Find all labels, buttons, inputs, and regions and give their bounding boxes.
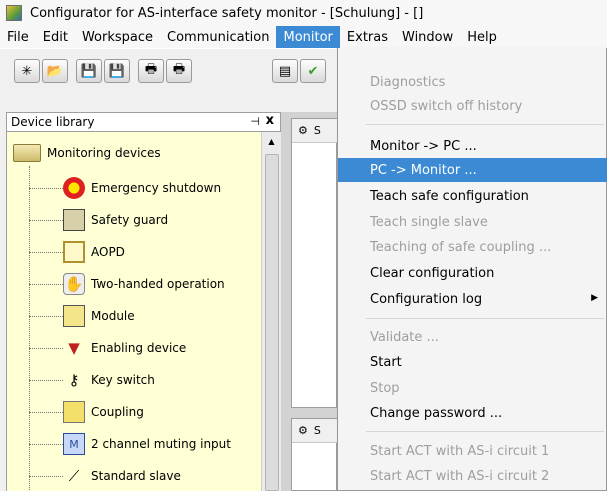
tree-item-label: Key switch bbox=[91, 373, 155, 387]
menu-extras[interactable]: Extras bbox=[340, 26, 395, 48]
safety-guard-icon bbox=[63, 209, 85, 231]
device-library-header: Device library ⊣ x bbox=[6, 112, 281, 132]
toolbar: ✳ 📂 💾 💾 🖶 🖶 ▤ ✔ bbox=[0, 48, 336, 112]
standard-slave-icon: ⟋ bbox=[68, 467, 80, 485]
device-library-title: Device library bbox=[11, 115, 95, 129]
menu-item-stop: Stop bbox=[370, 380, 400, 396]
menu-bar: File Edit Workspace Communication Monito… bbox=[0, 26, 607, 48]
save-icon[interactable]: 💾 bbox=[76, 59, 102, 83]
muting-input-icon: M bbox=[63, 433, 85, 455]
app-icon bbox=[6, 5, 22, 21]
scroll-up-icon[interactable]: ▲ bbox=[264, 134, 279, 150]
tree-item-label: Standard slave bbox=[91, 469, 181, 483]
menu-item-ossd-history: OSSD switch off history bbox=[370, 98, 523, 114]
folder-icon bbox=[13, 144, 41, 162]
menu-item-monitor-to-pc[interactable]: Monitor -> PC ... bbox=[338, 134, 607, 158]
menu-separator bbox=[366, 318, 604, 319]
two-hand-icon: ✋ bbox=[63, 273, 85, 295]
menu-item-clear-configuration[interactable]: Clear configuration bbox=[338, 261, 607, 285]
menu-separator bbox=[366, 124, 604, 125]
pane-icon: ⚙ bbox=[298, 124, 308, 137]
menu-item-pc-to-monitor[interactable]: PC -> Monitor ... bbox=[338, 158, 607, 182]
menu-workspace[interactable]: Workspace bbox=[75, 26, 160, 48]
menu-item-validate: Validate ... bbox=[370, 329, 439, 345]
pin-icon[interactable]: ⊣ bbox=[250, 115, 260, 128]
menu-item-start-act-circuit-1: Start ACT with AS-i circuit 1 bbox=[370, 443, 550, 459]
enabling-device-icon: ▼ bbox=[68, 339, 80, 357]
tree-item-label: Emergency shutdown bbox=[91, 181, 222, 195]
menu-item-change-password[interactable]: Change password ... bbox=[338, 401, 607, 425]
print-icon[interactable]: 🖶 bbox=[138, 59, 164, 83]
menu-item-start-act-circuit-2: Start ACT with AS-i circuit 2 bbox=[370, 468, 550, 484]
workspace-pane-top[interactable]: ⚙ S bbox=[291, 118, 338, 408]
tree-item-label: Safety guard bbox=[91, 213, 169, 227]
scroll-thumb[interactable] bbox=[265, 154, 279, 491]
key-icon: ⚷ bbox=[68, 371, 80, 389]
print-setup-icon[interactable]: 🖶 bbox=[166, 59, 192, 83]
pane-tab-label: S bbox=[313, 124, 321, 137]
workspace-area: ⚙ S ⚙ S bbox=[281, 112, 338, 491]
menu-window[interactable]: Window bbox=[395, 26, 460, 48]
menu-communication[interactable]: Communication bbox=[160, 26, 276, 48]
menu-item-teach-safe-configuration[interactable]: Teach safe configuration bbox=[338, 184, 607, 208]
title-bar: Configurator for AS-interface safety mon… bbox=[0, 0, 607, 26]
coupling-icon bbox=[63, 401, 85, 423]
tree-item-module[interactable]: Module bbox=[29, 304, 135, 328]
tree-item-label: Two-handed operation bbox=[91, 277, 225, 291]
tree-item-label: Coupling bbox=[91, 405, 144, 419]
menu-help[interactable]: Help bbox=[460, 26, 504, 48]
menu-item-teach-single-slave: Teach single slave bbox=[370, 214, 488, 230]
tree-item-safety-guard[interactable]: Safety guard bbox=[29, 208, 168, 232]
menu-item-label: Configuration log bbox=[370, 291, 483, 307]
save-as-icon[interactable]: 💾 bbox=[104, 59, 130, 83]
menu-monitor[interactable]: Monitor bbox=[276, 26, 340, 48]
menu-separator bbox=[366, 431, 604, 432]
tree-item-aopd[interactable]: AOPD bbox=[29, 240, 125, 264]
tree-item-label: AOPD bbox=[91, 245, 125, 259]
menu-edit[interactable]: Edit bbox=[36, 26, 75, 48]
device-library-tree: Monitoring devices Emergency shutdown Sa… bbox=[6, 132, 261, 491]
tree-item-key-switch[interactable]: ⚷ Key switch bbox=[29, 368, 155, 392]
monitor-dropdown-menu: Diagnostics OSSD switch off history Moni… bbox=[337, 48, 607, 491]
menu-file[interactable]: File bbox=[0, 26, 36, 48]
tree-item-label: Module bbox=[91, 309, 135, 323]
tree-item-standard-slave[interactable]: ⟋ Standard slave bbox=[29, 464, 181, 488]
tree-item-emergency-shutdown[interactable]: Emergency shutdown bbox=[29, 176, 221, 200]
library-scrollbar[interactable]: ▲ bbox=[261, 132, 281, 491]
monitor-icon[interactable]: ▤ bbox=[272, 59, 298, 83]
menu-item-teaching-safe-coupling: Teaching of safe coupling ... bbox=[370, 239, 552, 255]
menu-item-diagnostics: Diagnostics bbox=[370, 74, 446, 90]
pane-icon: ⚙ bbox=[298, 424, 308, 437]
light-curtain-icon bbox=[63, 241, 85, 263]
tree-item-label: 2 channel muting input bbox=[91, 437, 231, 451]
workspace-pane-bottom[interactable]: ⚙ S bbox=[291, 418, 338, 491]
new-icon[interactable]: ✳ bbox=[14, 59, 40, 83]
window-title: Configurator for AS-interface safety mon… bbox=[30, 5, 424, 21]
check-icon[interactable]: ✔ bbox=[300, 59, 326, 83]
tree-item-two-handed-operation[interactable]: ✋ Two-handed operation bbox=[29, 272, 225, 296]
submenu-arrow-icon: ▶ bbox=[591, 293, 598, 303]
module-icon bbox=[63, 305, 85, 327]
pane-tab-label: S bbox=[313, 424, 321, 437]
pane-tab-bottom[interactable]: ⚙ S bbox=[292, 419, 338, 443]
emergency-stop-icon bbox=[63, 177, 85, 199]
pane-tab-top[interactable]: ⚙ S bbox=[292, 119, 338, 143]
tree-root-label: Monitoring devices bbox=[47, 146, 161, 160]
tree-item-label: Enabling device bbox=[91, 341, 187, 355]
menu-item-configuration-log[interactable]: Configuration log ▶ bbox=[338, 287, 607, 311]
tree-root-monitoring-devices[interactable]: Monitoring devices bbox=[13, 142, 161, 164]
tree-item-coupling[interactable]: Coupling bbox=[29, 400, 144, 424]
close-icon[interactable]: x bbox=[266, 113, 274, 128]
menu-item-start[interactable]: Start bbox=[338, 350, 607, 374]
tree-item-muting-input[interactable]: M 2 channel muting input bbox=[29, 432, 231, 456]
open-icon[interactable]: 📂 bbox=[42, 59, 68, 83]
tree-item-enabling-device[interactable]: ▼ Enabling device bbox=[29, 336, 186, 360]
